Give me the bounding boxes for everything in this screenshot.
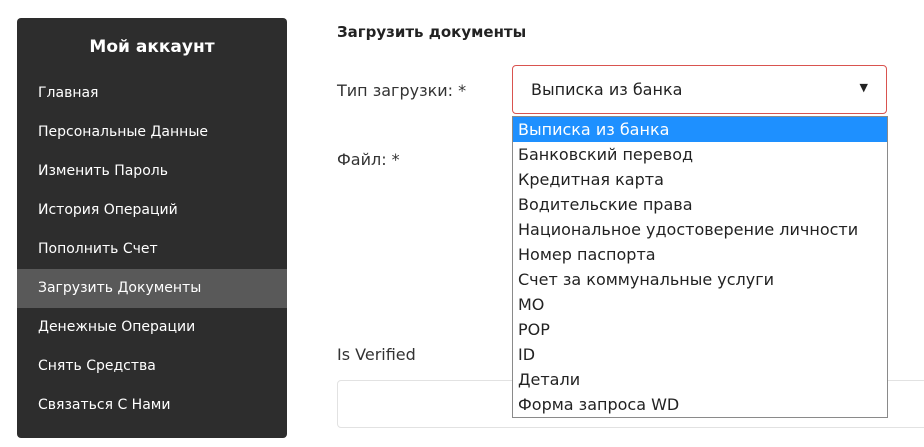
sidebar-item-upload-documents[interactable]: Загрузить Документы (17, 269, 287, 308)
upload-type-label: Тип загрузки: * (337, 81, 467, 100)
sidebar-title: Мой аккаунт (89, 37, 215, 57)
sidebar-item-transaction-history[interactable]: История Операций (17, 191, 287, 230)
account-sidebar: Мой аккаунт Главная Персональные Данные … (17, 18, 287, 438)
option-pop[interactable]: POP (513, 317, 887, 342)
sidebar-item-contact-us[interactable]: Связаться С Нами (17, 386, 287, 425)
caret-down-icon: ▼ (859, 81, 868, 94)
sidebar-item-personal-data[interactable]: Персональные Данные (17, 113, 287, 152)
option-wd-request-form[interactable]: Форма запроса WD (513, 392, 887, 417)
option-passport-number[interactable]: Номер паспорта (513, 242, 887, 267)
upload-type-selected-value: Выписка из банка (531, 80, 683, 99)
sidebar-item-deposit[interactable]: Пополнить Счет (17, 230, 287, 269)
option-national-id[interactable]: Национальное удостоверение личности (513, 217, 887, 242)
option-utility-bill[interactable]: Счет за коммунальные услуги (513, 267, 887, 292)
upload-type-options-list: Выписка из банка Банковский перевод Кред… (512, 116, 888, 418)
option-id[interactable]: ID (513, 342, 887, 367)
option-details[interactable]: Детали (513, 367, 887, 392)
sidebar-item-home[interactable]: Главная (17, 74, 287, 113)
sidebar-item-withdraw[interactable]: Снять Средства (17, 347, 287, 386)
option-bank-statement[interactable]: Выписка из банка (513, 117, 887, 142)
sidebar-item-change-password[interactable]: Изменить Пароль (17, 152, 287, 191)
option-drivers-license[interactable]: Водительские права (513, 192, 887, 217)
option-credit-card[interactable]: Кредитная карта (513, 167, 887, 192)
option-bank-transfer[interactable]: Банковский перевод (513, 142, 887, 167)
section-title: Загрузить документы (337, 23, 527, 41)
sidebar-item-money-operations[interactable]: Денежные Операции (17, 308, 287, 347)
file-label: Файл: * (337, 150, 400, 169)
upload-documents-page: Мой аккаунт Главная Персональные Данные … (0, 0, 924, 447)
upload-type-select[interactable]: Выписка из банка ▼ (512, 65, 887, 114)
sidebar-menu: Главная Персональные Данные Изменить Пар… (17, 74, 287, 425)
option-mo[interactable]: MO (513, 292, 887, 317)
is-verified-label: Is Verified (337, 345, 416, 364)
